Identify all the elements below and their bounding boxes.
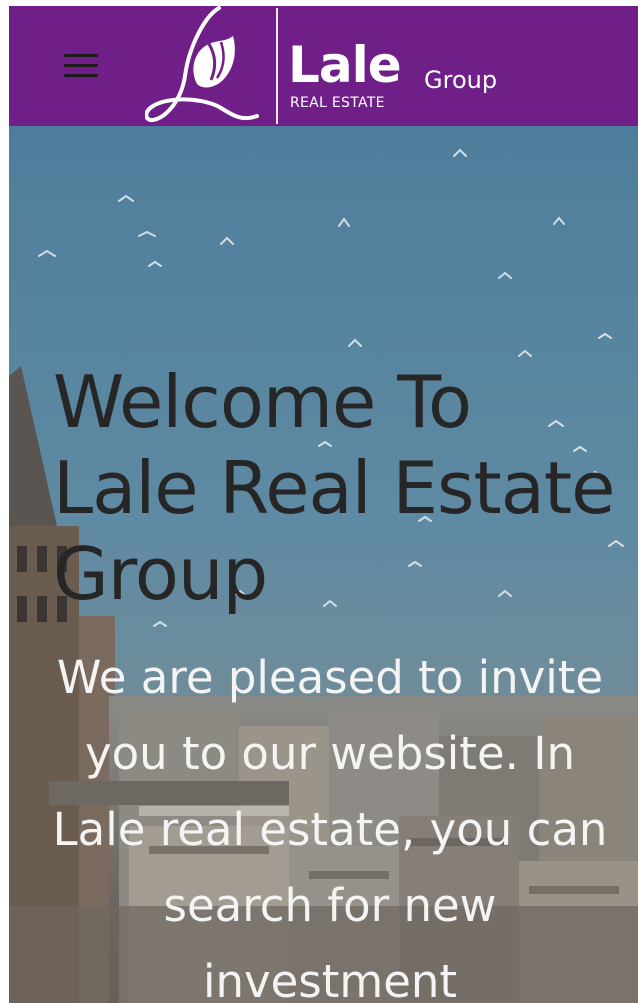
page: Lale Group REAL ESTATE Welcome To Lale R… xyxy=(9,6,638,1003)
logo-group-label: Group xyxy=(424,66,498,94)
hero-intro-text: We are pleased to invite you to our webs… xyxy=(52,651,608,1003)
logo-subtitle: REAL ESTATE xyxy=(290,95,385,111)
hero-section: Welcome To Lale Real Estate Group We are… xyxy=(9,126,638,1003)
menu-bar xyxy=(64,64,98,67)
logo-divider xyxy=(276,8,278,124)
site-logo[interactable]: Lale Group REAL ESTATE xyxy=(145,6,515,126)
site-header: Lale Group REAL ESTATE xyxy=(9,6,638,126)
hamburger-menu-button[interactable] xyxy=(61,50,99,82)
hero-title: Welcome To Lale Real Estate Group xyxy=(53,360,615,616)
menu-bar xyxy=(64,54,98,57)
menu-bar xyxy=(64,74,98,77)
logo-name: Lale xyxy=(288,36,402,94)
tulip-logo-icon xyxy=(145,6,259,123)
